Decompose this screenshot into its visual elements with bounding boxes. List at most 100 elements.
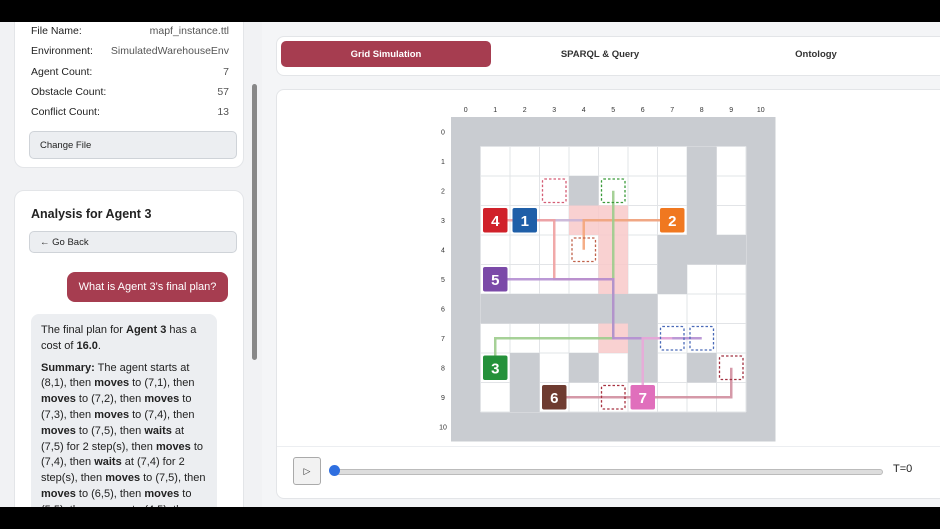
obstacle-cell: [569, 294, 599, 324]
go-back-button[interactable]: ← Go Back: [29, 231, 237, 253]
border-cell: [746, 205, 776, 235]
border-cell: [746, 323, 776, 353]
border-cell: [746, 264, 776, 294]
plan-agent: Agent 3: [126, 324, 167, 336]
obstacle-count-value: 57: [217, 86, 229, 98]
row-label: 6: [441, 306, 445, 313]
environment-row: Environment: SimulatedWarehouseEnv: [31, 45, 229, 57]
border-cell: [451, 323, 481, 353]
obstacle-cell: [510, 382, 540, 412]
summary-text: to (7,1), then: [129, 377, 195, 390]
obstacle-cell: [480, 294, 510, 324]
summary-action: moves: [41, 393, 76, 406]
obstacle-cell: [569, 353, 599, 383]
obstacle-cell: [687, 353, 717, 383]
border-cell: [716, 412, 746, 442]
obstacle-cell: [687, 146, 717, 176]
file-name-value: mapf_instance.ttl: [149, 25, 229, 37]
main-panel: Grid Simulation SPARQL & Query Ontology …: [262, 22, 940, 507]
agent-count-row: Agent Count: 7: [31, 66, 229, 78]
border-cell: [510, 117, 540, 147]
border-cell: [451, 264, 481, 294]
border-cell: [451, 205, 481, 235]
summary-text: to (7,4), then: [129, 408, 195, 421]
column-label: 9: [729, 107, 733, 114]
tab-grid-simulation[interactable]: Grid Simulation: [281, 41, 491, 67]
border-cell: [746, 382, 776, 412]
conflict-count-value: 13: [217, 106, 229, 118]
sidebar: File Name: mapf_instance.ttl Environment…: [0, 22, 262, 507]
border-cell: [657, 117, 687, 147]
row-label: 5: [441, 277, 445, 284]
row-label: 0: [441, 129, 445, 136]
border-cell: [746, 412, 776, 442]
summary-paragraph: Summary: The agent starts at (8,1), then…: [41, 361, 207, 507]
border-cell: [451, 294, 481, 324]
summary-action: moves: [41, 487, 76, 500]
agent-count-label: Agent Count:: [31, 66, 93, 78]
border-cell: [451, 412, 481, 442]
playback-controls: ▷ T=0: [277, 446, 940, 499]
change-file-button[interactable]: Change File: [29, 131, 237, 159]
environment-label: Environment:: [31, 45, 93, 57]
agent-7-label: 7: [639, 390, 647, 407]
play-button[interactable]: ▷: [293, 457, 321, 485]
obstacle-cell: [657, 264, 687, 294]
border-cell: [451, 382, 481, 412]
obstacle-cell: [510, 294, 540, 324]
border-cell: [598, 412, 628, 442]
border-cell: [598, 117, 628, 147]
analysis-title: Analysis for Agent 3: [31, 207, 152, 221]
summary-action: moves: [144, 393, 180, 406]
agent-1-label: 1: [521, 213, 529, 230]
tab-sparql-query[interactable]: SPARQL & Query: [495, 41, 705, 67]
file-name-row: File Name: mapf_instance.ttl: [31, 25, 229, 37]
column-label: 2: [523, 107, 527, 114]
border-cell: [746, 235, 776, 265]
summary-label: Summary:: [41, 361, 95, 374]
row-label: 8: [441, 365, 445, 372]
column-label: 3: [552, 107, 556, 114]
obstacle-cell: [687, 235, 717, 265]
border-cell: [569, 412, 599, 442]
plan-cost-value: 16.0: [76, 339, 98, 352]
plan-text: The final plan for: [41, 324, 126, 336]
border-cell: [451, 117, 481, 147]
summary-text: to (7,2), then: [75, 393, 145, 406]
summary-action: waits: [94, 456, 122, 469]
obstacle-cell: [687, 176, 717, 206]
border-cell: [569, 117, 599, 147]
summary-action: moves: [94, 408, 130, 421]
obstacle-count-label: Obstacle Count:: [31, 86, 107, 98]
column-label: 6: [641, 107, 645, 114]
row-label: 2: [441, 188, 445, 195]
plan-text-3: .: [97, 339, 101, 352]
agent-4-label: 4: [491, 213, 500, 230]
border-cell: [510, 412, 540, 442]
summary-action: moves: [105, 472, 141, 485]
agent-2-label: 2: [668, 213, 676, 230]
timeline-slider-thumb[interactable]: [329, 465, 340, 476]
sidebar-scrollbar[interactable]: [252, 84, 257, 360]
obstacle-cell: [687, 205, 717, 235]
column-label: 7: [670, 107, 674, 114]
conflict-count-label: Conflict Count:: [31, 106, 100, 118]
border-cell: [451, 353, 481, 383]
simulation-card: 0 1 2 3 4 5 6 7 8 9 10 0 1 2 3 4 5 6 7 8 9 10 1 2 3 4 5 6 7 ▷ T=0: [276, 89, 940, 499]
agent-count-value: 7: [223, 66, 229, 78]
border-cell: [746, 176, 776, 206]
border-cell: [687, 117, 717, 147]
summary-action: moves: [94, 504, 129, 507]
row-label: 3: [441, 218, 445, 225]
plan-cost-paragraph: The final plan for Agent 3 has a cost of…: [41, 323, 207, 355]
tab-ontology[interactable]: Ontology: [711, 41, 921, 67]
border-cell: [716, 117, 746, 147]
border-cell: [746, 117, 776, 147]
timeline-slider[interactable]: [333, 469, 883, 475]
analysis-card: Analysis for Agent 3 ← Go Back What is A…: [14, 190, 244, 507]
app-window: File Name: mapf_instance.ttl Environment…: [0, 22, 940, 507]
agent-6-label: 6: [550, 390, 558, 407]
border-cell: [451, 146, 481, 176]
row-label: 10: [439, 424, 447, 431]
border-cell: [480, 117, 510, 147]
